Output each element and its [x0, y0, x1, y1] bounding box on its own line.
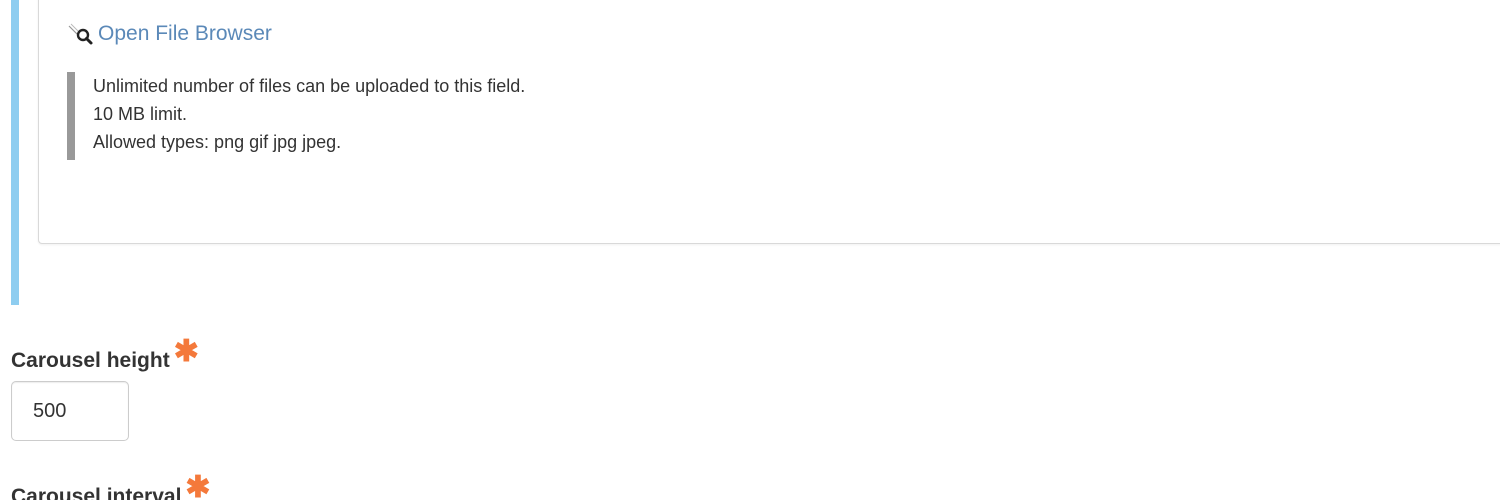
required-asterisk-icon: ✱: [173, 335, 199, 368]
carousel-height-label: Carousel height ✱: [11, 335, 199, 375]
settings-form: Open File Browser Unlimited number of fi…: [0, 0, 1500, 500]
carousel-height-input[interactable]: [11, 381, 129, 441]
carousel-height-label-text: Carousel height: [11, 349, 170, 372]
fieldset-accent-bar: [11, 0, 19, 305]
upload-help-line: Unlimited number of files can be uploade…: [93, 76, 526, 96]
required-asterisk-icon: ✱: [185, 471, 211, 500]
upload-help-line: 10 MB limit.: [93, 104, 188, 124]
carousel-interval-label-text: Carousel interval: [11, 485, 182, 500]
carousel-interval-label: Carousel interval ✱: [11, 471, 211, 500]
open-file-browser-label: Open File Browser: [98, 22, 272, 45]
magnifier-icon: [68, 22, 96, 46]
upload-help-line: Allowed types: png gif jpg jpeg.: [93, 132, 342, 152]
open-file-browser-link[interactable]: Open File Browser: [68, 22, 272, 46]
upload-help-text: Unlimited number of files can be uploade…: [67, 72, 525, 160]
